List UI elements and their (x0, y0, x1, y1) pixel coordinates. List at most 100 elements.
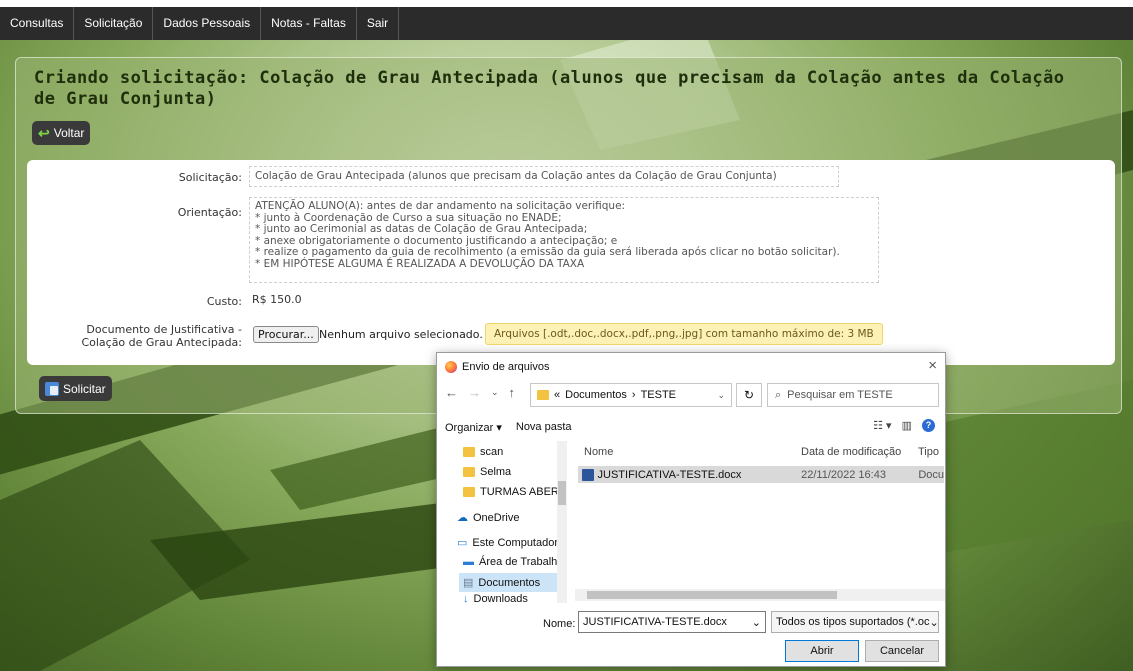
form-card: Solicitação: Colação de Grau Antecipada … (27, 160, 1115, 365)
up-arrow-icon[interactable]: ↑ (509, 385, 516, 400)
tree-item-downloads[interactable]: ↓ Downloads (463, 593, 528, 603)
orientacao-label: Orientação: (177, 206, 242, 219)
search-placeholder: Pesquisar em TESTE (787, 389, 893, 401)
file-row[interactable]: JUSTIFICATIVA-TESTE.docx 22/11/2022 16:4… (578, 466, 944, 483)
custo-value: R$ 150.0 (252, 293, 302, 306)
orientacao-line: ATENÇÃO ALUNO(A): antes de dar andamento… (255, 200, 626, 212)
column-type[interactable]: Tipo (918, 446, 939, 458)
download-icon: ↓ (463, 593, 469, 603)
chevron-down-icon[interactable]: ⌄ (491, 387, 499, 398)
documento-label-line-1: Documento de Justificativa - (86, 323, 242, 336)
tree-label: Selma (480, 466, 512, 478)
search-input[interactable]: ⌕ Pesquisar em TESTE (767, 383, 939, 407)
firefox-icon (445, 361, 457, 373)
orientacao-line: * junto ao Cerimonial as datas de Colaçã… (255, 223, 588, 235)
tree-item-documentos[interactable]: ▤ Documentos (459, 573, 557, 592)
scroll-thumb[interactable] (587, 591, 837, 599)
documento-label: Documento de Justificativa - Colação de … (47, 323, 242, 349)
file-status: Nenhum arquivo selecionado. (319, 328, 483, 341)
dialog-toolbar: Organizar ▾ Nova pasta (445, 421, 572, 434)
tree-label: scan (480, 446, 504, 458)
cancel-button[interactable]: Cancelar (865, 640, 939, 662)
column-date-modified[interactable]: Data de modificação (801, 446, 901, 458)
nav-buttons: ← → ⌄ ↑ (445, 385, 515, 400)
open-button[interactable]: Abrir (785, 640, 859, 662)
tree-item-selma[interactable]: Selma (463, 466, 511, 478)
folder-icon (537, 390, 549, 400)
nav-item-solicitacao[interactable]: Solicitação (74, 7, 154, 40)
path-prefix: « (554, 389, 561, 401)
word-document-icon (582, 468, 594, 481)
dialog-title: Envio de arquivos (462, 361, 550, 373)
solicitacao-label: Solicitação: (178, 171, 242, 184)
forward-arrow-icon[interactable]: → (468, 385, 481, 400)
file-name: JUSTIFICATIVA-TESTE.docx (597, 468, 742, 481)
top-strip (0, 0, 1133, 7)
back-arrow-icon[interactable]: ← (445, 385, 458, 400)
submit-button[interactable]: Solicitar (39, 376, 112, 401)
document-icon (45, 381, 59, 396)
back-button-label: Voltar (53, 126, 85, 140)
chevron-down-icon[interactable]: ⌄ (717, 390, 725, 401)
custo-label: Custo: (206, 295, 242, 308)
preview-pane-icon[interactable]: ▥ (902, 419, 912, 432)
refresh-icon[interactable]: ↻ (736, 383, 762, 407)
file-dialog: Envio de arquivos × ← → ⌄ ↑ « Documentos… (436, 352, 946, 667)
tree-item-area-de-trabalho[interactable]: ▬ Área de Trabalho (463, 556, 563, 568)
documento-label-line-2: Colação de Grau Antecipada: (81, 336, 242, 349)
document-icon: ▤ (463, 577, 474, 589)
chevron-down-icon[interactable]: ⌄ (752, 616, 761, 629)
orientacao-line: * EM HIPÓTESE ALGUMA É REALIZADA A DEVOL… (255, 257, 585, 270)
column-name[interactable]: Nome (584, 446, 613, 458)
tree-label: OneDrive (473, 511, 520, 524)
tree-label: Área de Trabalho (479, 556, 564, 568)
filename-label: Nome: (543, 618, 576, 630)
folder-icon (463, 487, 475, 497)
folder-icon (463, 467, 475, 477)
path-segment-teste[interactable]: TESTE (641, 389, 676, 401)
tree-label: TURMAS ABERTA (480, 486, 567, 498)
tree-item-este-computador[interactable]: ▭ Este Computador (457, 536, 559, 550)
help-icon[interactable]: ? (922, 419, 935, 432)
file-type-select[interactable]: Todos os tipos suportados (*.oc ⌄ (771, 611, 939, 633)
cloud-icon: ☁ (457, 512, 468, 524)
tree-item-scan[interactable]: scan (463, 446, 503, 458)
page-title: Criando solicitação: Colação de Grau Ant… (34, 68, 1065, 109)
navigation-pane: scan Selma TURMAS ABERTA ☁ OneDrive ▭ Este… (437, 441, 567, 603)
view-options-icon[interactable]: ☷ ▾ (873, 419, 891, 432)
filename-value: JUSTIFICATIVA-TESTE.docx (583, 616, 727, 628)
file-type: Docu (918, 468, 944, 481)
nav-item-dados-pessoais[interactable]: Dados Pessoais (153, 7, 262, 40)
computer-icon: ▭ (457, 537, 468, 549)
back-button[interactable]: ↩ Voltar (32, 121, 91, 145)
tree-label: Este Computador (472, 536, 559, 549)
browse-file-button[interactable]: Procurar... (253, 326, 319, 343)
close-icon[interactable]: × (928, 357, 937, 374)
scroll-thumb[interactable] (558, 481, 566, 505)
tree-label: Documentos (478, 576, 541, 589)
nav-item-notas-faltas[interactable]: Notas - Faltas (261, 7, 357, 40)
back-arrow-icon: ↩ (38, 124, 50, 141)
organize-menu[interactable]: Organizar ▾ (445, 421, 502, 434)
path-separator: › (631, 389, 636, 401)
tree-item-turmas[interactable]: TURMAS ABERTA (463, 486, 567, 498)
dialog-title-bar: Envio de arquivos (445, 361, 549, 373)
orientacao-box: ATENÇÃO ALUNO(A): antes de dar andamento… (249, 197, 879, 283)
solicitacao-value: Colação de Grau Antecipada (alunos que p… (249, 166, 839, 187)
nav-item-consultas[interactable]: Consultas (0, 7, 75, 40)
address-bar[interactable]: « Documentos › TESTE ⌄ (530, 383, 732, 407)
tree-label: Downloads (473, 593, 528, 603)
nav-item-sair[interactable]: Sair (357, 7, 400, 40)
horizontal-scrollbar[interactable] (575, 589, 945, 601)
chevron-down-icon: ⌄ (929, 617, 939, 629)
new-folder-button[interactable]: Nova pasta (516, 421, 572, 434)
filename-input[interactable]: JUSTIFICATIVA-TESTE.docx ⌄ (578, 611, 766, 633)
navigation-scrollbar[interactable] (557, 441, 567, 603)
tree-item-onedrive[interactable]: ☁ OneDrive (457, 511, 520, 525)
submit-button-label: Solicitar (63, 381, 106, 396)
path-segment-documentos[interactable]: Documentos (565, 389, 627, 401)
view-controls: ☷ ▾ ▥ ? (873, 419, 935, 432)
folder-icon (463, 447, 475, 457)
file-type-value: Todos os tipos suportados (*.oc (776, 616, 930, 628)
top-nav: Consultas Solicitação Dados Pessoais Not… (0, 7, 1133, 40)
